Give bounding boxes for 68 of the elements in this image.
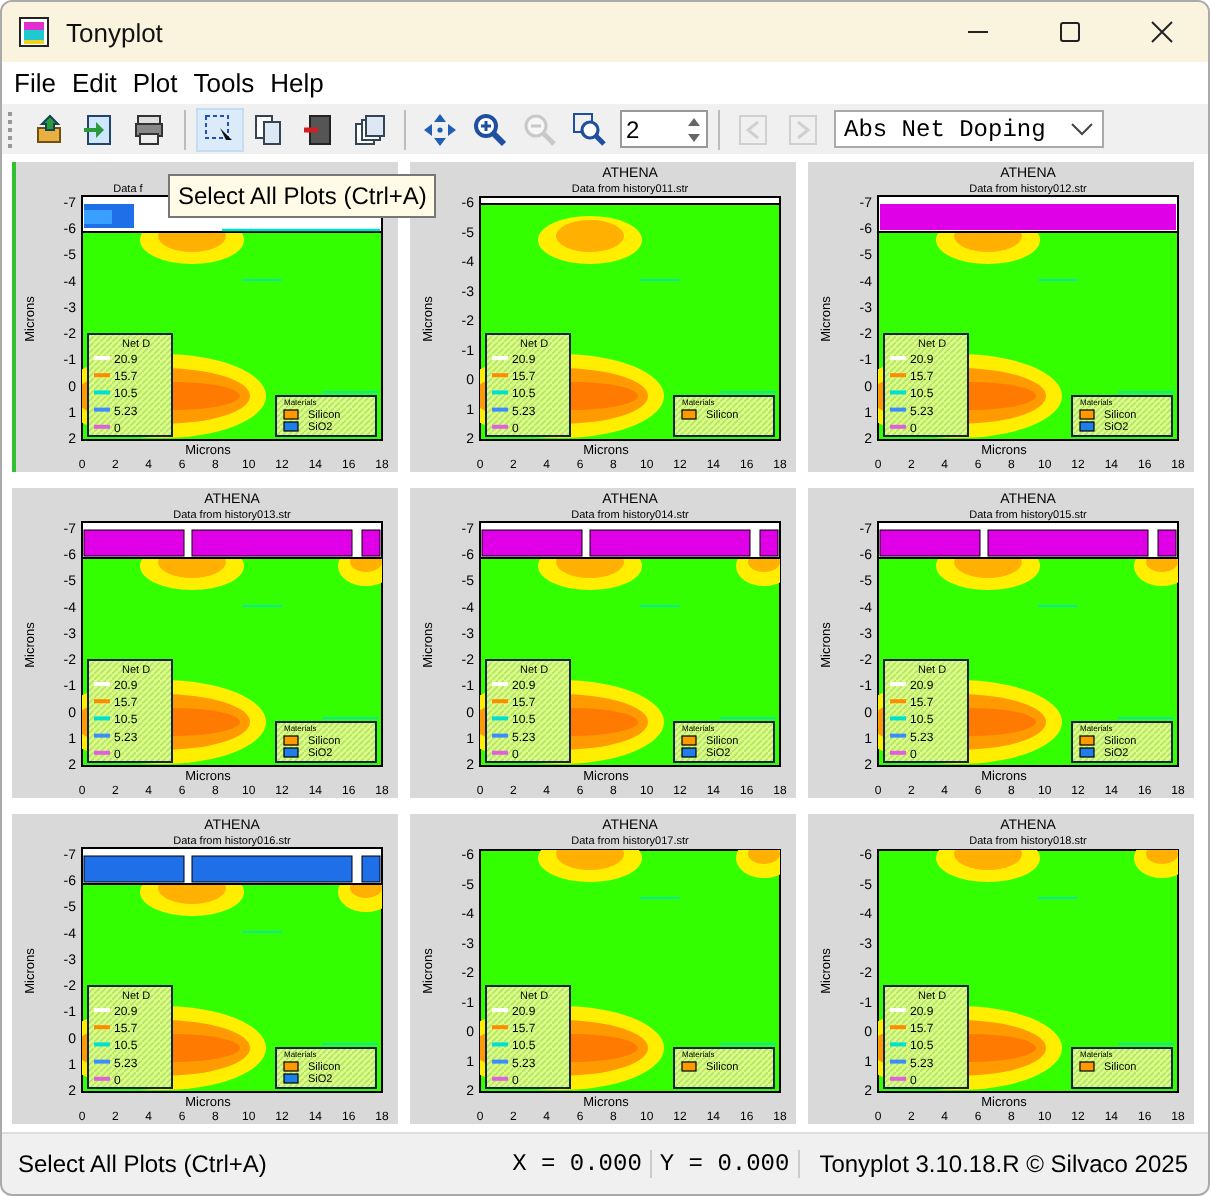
quantity-dropdown[interactable]: Abs Net Doping [834,110,1104,149]
status-message: Select All Plots (Ctrl+A) [18,1150,267,1179]
materials-legend-background [1071,395,1173,438]
contour-line [719,391,777,394]
zoom-box-icon [572,111,608,148]
y-coordinate: Y = 0.000 [651,1150,800,1179]
materials-legend-background [673,395,775,438]
materials-legend-background [1071,721,1173,764]
window-title: Tonyplot [66,17,163,47]
tooltip: Select All Plots (Ctrl+A) [168,174,437,218]
stack-icon [352,111,388,148]
close-icon [1150,20,1174,44]
contour-line [321,1043,379,1046]
forward-icon [786,111,822,148]
legend-background [883,333,969,438]
contour-line [321,717,379,720]
contour-line [1117,717,1175,720]
contour-line [1117,1043,1175,1046]
chevron-down-icon[interactable] [1070,121,1094,138]
contour-region [736,850,780,879]
menu-item[interactable]: File [6,68,64,99]
select-button[interactable] [196,107,244,152]
materials-legend-background [673,1047,775,1090]
contour-line [1117,391,1175,394]
contour-line [321,391,379,394]
contour-line [639,279,681,282]
materials-legend-background [275,721,377,764]
legend-background [87,333,173,438]
materials-legend-background [1071,1047,1173,1090]
menu-item[interactable]: Edit [63,68,125,99]
contour-region [538,216,642,265]
maximize-icon [1058,20,1082,44]
contour-line [1037,605,1079,608]
legend-background [485,985,571,1090]
legend-background [87,659,173,764]
menu-item[interactable]: Help [262,68,332,99]
contour-region [1134,850,1178,879]
printer-icon [132,111,168,148]
contour-line [639,605,681,608]
contour-line [241,279,283,282]
menu-item[interactable]: Tools [185,68,263,99]
contour-line [639,897,681,900]
contour-line [241,931,283,934]
contour-line [719,1043,777,1046]
materials-legend-background [673,721,775,764]
menu-item[interactable]: Plot [124,68,186,99]
zoom-spin-field[interactable]: 2 [620,110,708,149]
legend-background [87,985,173,1090]
materials-legend-background [275,395,377,438]
contour-line [1037,279,1079,282]
x-coordinate: X = 0.000 [504,1150,652,1179]
spin-arrows-icon[interactable] [686,115,702,144]
legend-background [883,659,969,764]
legend-background [485,659,571,764]
contour-region [936,850,1040,883]
contour-line [719,717,777,720]
contour-region [538,850,642,883]
contour-line [1037,897,1079,900]
zoom-in-icon [472,111,508,148]
move-icon [422,111,458,148]
zoom-out-icon [522,111,558,148]
back-icon [736,111,772,148]
legend-background [485,333,571,438]
contour-line [241,605,283,608]
version-text: Tonyplot 3.10.18.R © Silvaco 2025 [817,1150,1190,1179]
app-icon [18,16,50,48]
materials-legend-background [275,1047,377,1090]
legend-background [883,985,969,1090]
